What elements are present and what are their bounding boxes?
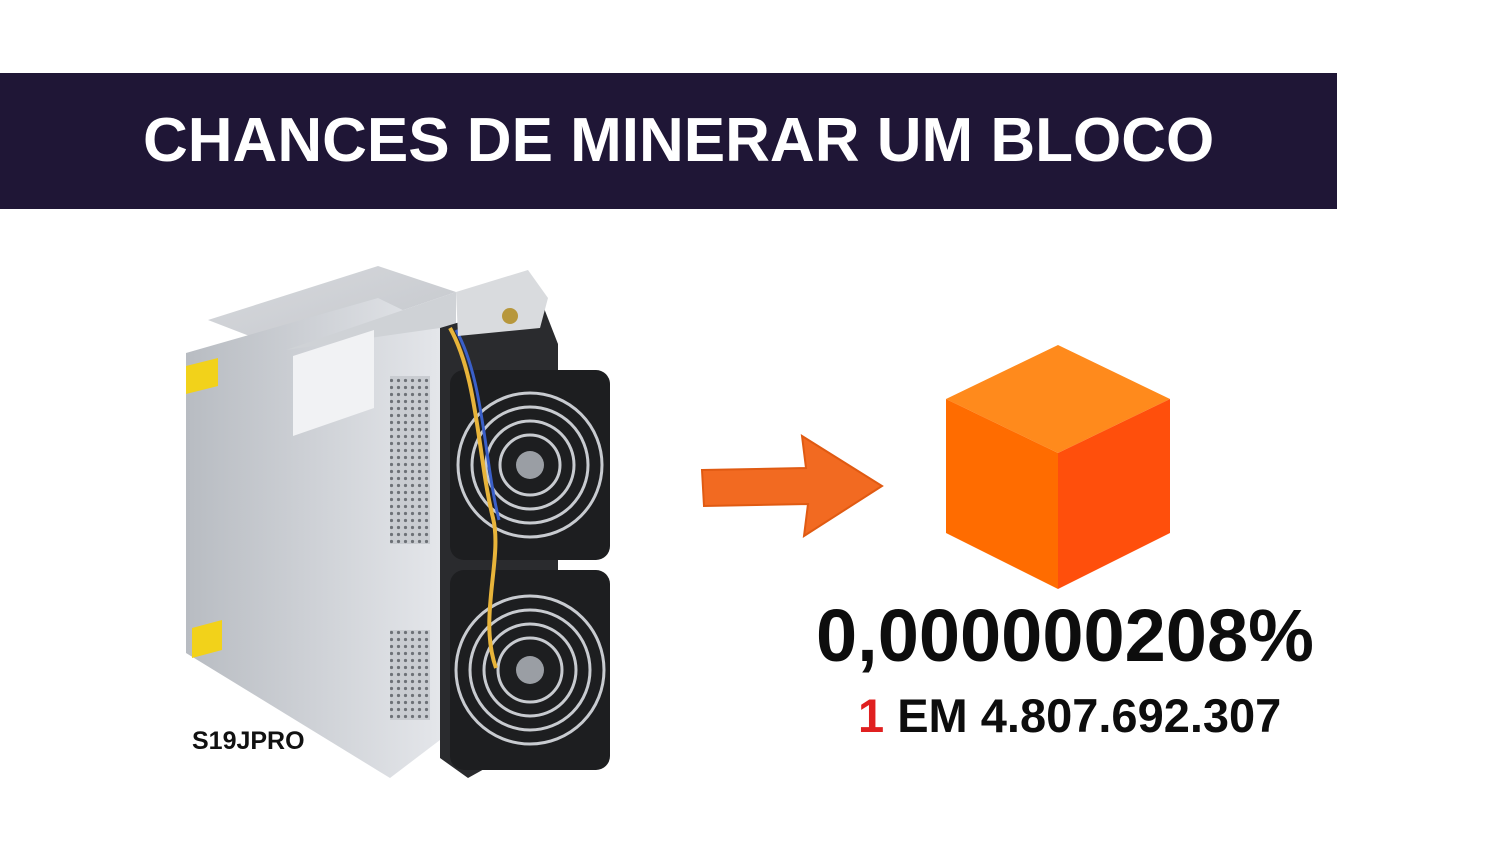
orange-cube-icon bbox=[946, 345, 1170, 589]
miner-model-label: S19JPRO bbox=[192, 727, 305, 755]
probability-percent: 0,000000208% bbox=[816, 594, 1314, 677]
page-title: CHANCES DE MINERAR UM BLOCO bbox=[143, 106, 1215, 175]
arrow-right-icon bbox=[700, 434, 884, 538]
odds-one: 1 bbox=[858, 689, 885, 742]
asic-miner-image bbox=[186, 266, 610, 778]
odds-rest: EM 4.807.692.307 bbox=[884, 689, 1282, 742]
probability-odds: 1 EM 4.807.692.307 bbox=[858, 688, 1281, 744]
